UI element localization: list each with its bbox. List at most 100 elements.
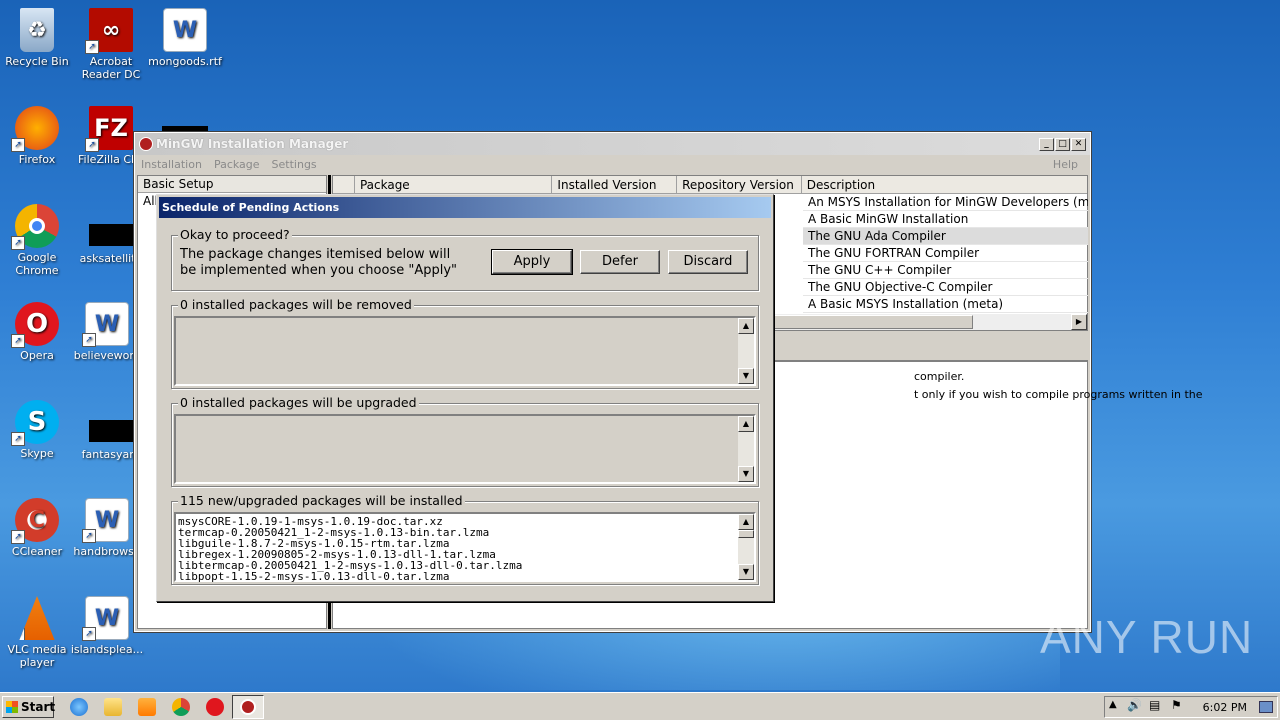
menu-package[interactable]: Package bbox=[214, 158, 260, 171]
desktop-icon-label: believework bbox=[73, 349, 141, 362]
recycle-bin-shortcut[interactable]: ♻ Recycle Bin bbox=[0, 8, 74, 68]
proceed-group: Okay to proceed? The package changes ite… bbox=[171, 227, 759, 291]
table-row[interactable]: A Basic MinGW Installation bbox=[803, 211, 1088, 228]
desktop-icon-label: Acrobat Reader DC bbox=[81, 55, 141, 81]
desktop-icon-label: Recycle Bin bbox=[5, 55, 69, 68]
column-repository-version[interactable]: Repository Version bbox=[677, 176, 802, 193]
opera-icon: O ➚ bbox=[11, 302, 59, 348]
table-row[interactable]: An MSYS Installation for MinGW Developer… bbox=[803, 194, 1088, 211]
scroll-right-arrow-icon[interactable]: ▶ bbox=[1071, 314, 1087, 330]
mongoods-shortcut[interactable]: W mongoods.rtf bbox=[148, 8, 222, 68]
scrollbar-thumb[interactable] bbox=[738, 530, 754, 538]
word-document-icon: W ➚ bbox=[82, 302, 129, 347]
install-group: 115 new/upgraded packages will be instal… bbox=[171, 493, 759, 585]
menu-help[interactable]: Help bbox=[1053, 158, 1078, 171]
install-list[interactable]: msysCORE-1.0.19-1-msys-1.0.19-doc.tar.xz… bbox=[174, 512, 756, 582]
minimize-button[interactable]: _ bbox=[1039, 137, 1054, 151]
window-title: MinGW Installation Manager bbox=[156, 137, 349, 151]
column-checkbox[interactable] bbox=[333, 176, 355, 193]
vertical-scrollbar[interactable]: ▲ ▼ bbox=[738, 416, 754, 482]
clock[interactable]: 6:02 PM bbox=[1203, 701, 1247, 714]
media-player-icon[interactable] bbox=[138, 698, 156, 716]
desktop-icon-label: Skype bbox=[20, 447, 54, 460]
desktop-icon-label: VLC media player bbox=[7, 643, 67, 669]
proceed-text-line: be implemented when you choose "Apply" bbox=[180, 263, 458, 278]
acrobat-shortcut[interactable]: ∞ ➚ Acrobat Reader DC bbox=[74, 8, 148, 81]
close-button[interactable]: ✕ bbox=[1071, 137, 1086, 151]
system-tray: ▲ 🔊 ▤ ⚑ 6:02 PM bbox=[1104, 696, 1278, 718]
upgraded-legend: 0 installed packages will be upgraded bbox=[178, 395, 419, 411]
skype-icon: S ➚ bbox=[11, 400, 59, 446]
vlc-cone-icon: ➚ bbox=[19, 596, 55, 640]
desktop-icon-label: Firefox bbox=[18, 153, 56, 166]
column-description[interactable]: Description bbox=[802, 176, 1087, 193]
ie-icon[interactable] bbox=[70, 698, 88, 716]
table-row[interactable]: The GNU FORTRAN Compiler bbox=[803, 245, 1088, 262]
menu-settings[interactable]: Settings bbox=[272, 158, 317, 171]
vertical-scrollbar[interactable]: ▲ ▼ bbox=[738, 318, 754, 384]
menu-installation[interactable]: Installation bbox=[141, 158, 202, 171]
volume-icon[interactable]: 🔊 bbox=[1127, 698, 1142, 712]
maximize-button[interactable]: □ bbox=[1055, 137, 1070, 151]
window-titlebar[interactable]: MinGW Installation Manager _ □ ✕ bbox=[135, 133, 1090, 155]
chrome-icon: ➚ bbox=[11, 204, 59, 250]
removed-list[interactable]: ▲ ▼ bbox=[174, 316, 756, 386]
scroll-up-arrow-icon[interactable]: ▲ bbox=[738, 416, 754, 432]
action-center-flag-icon[interactable]: ⚑ bbox=[1171, 698, 1182, 712]
column-package[interactable]: Package bbox=[355, 176, 553, 193]
islandsplea-shortcut[interactable]: W ➚ islandsplea... bbox=[70, 596, 144, 656]
scroll-down-arrow-icon[interactable]: ▼ bbox=[738, 368, 754, 384]
scroll-down-arrow-icon[interactable]: ▼ bbox=[738, 466, 754, 482]
show-desktop-icon[interactable] bbox=[1259, 701, 1273, 713]
desktop-icon-label: mongoods.rtf bbox=[148, 55, 222, 68]
acrobat-icon: ∞ ➚ bbox=[85, 8, 133, 54]
believework-shortcut[interactable]: W ➚ believework bbox=[70, 302, 144, 362]
scroll-down-arrow-icon[interactable]: ▼ bbox=[738, 564, 754, 580]
word-document-icon: W ➚ bbox=[82, 596, 129, 641]
scroll-up-arrow-icon[interactable]: ▲ bbox=[738, 514, 754, 530]
skype-shortcut[interactable]: S ➚ Skype bbox=[0, 400, 74, 460]
ccleaner-icon: C ➚ bbox=[11, 498, 59, 544]
start-button[interactable]: Start bbox=[2, 696, 55, 718]
opera-taskbar-icon[interactable] bbox=[206, 698, 224, 716]
handbrowse-shortcut[interactable]: W ➚ handbrowse bbox=[70, 498, 144, 558]
defer-button[interactable]: Defer bbox=[580, 250, 660, 274]
table-row[interactable]: A Basic MSYS Installation (meta) bbox=[803, 296, 1088, 313]
apply-button[interactable]: Apply bbox=[491, 249, 573, 275]
network-icon[interactable]: ▤ bbox=[1149, 698, 1160, 712]
column-installed-version[interactable]: Installed Version bbox=[552, 176, 678, 193]
tray-expand-icon[interactable]: ▲ bbox=[1109, 699, 1117, 710]
desktop-icon-label: asksatellite bbox=[79, 252, 143, 265]
proceed-text-line: The package changes itemised below will bbox=[180, 247, 451, 262]
recycle-bin-icon: ♻ bbox=[20, 8, 54, 52]
table-row-selected[interactable]: The GNU Ada Compiler bbox=[803, 228, 1088, 245]
category-header[interactable]: Basic Setup bbox=[138, 176, 326, 193]
table-row[interactable]: The GNU Objective-C Compiler bbox=[803, 279, 1088, 296]
upgraded-list[interactable]: ▲ ▼ bbox=[174, 414, 756, 484]
upgraded-group: 0 installed packages will be upgraded ▲ … bbox=[171, 395, 759, 487]
table-row[interactable]: The GNU C++ Compiler bbox=[803, 262, 1088, 279]
explorer-folder-icon[interactable] bbox=[104, 698, 122, 716]
desktop-icon-label: handbrowse bbox=[73, 545, 141, 558]
desktop-icon-label: Opera bbox=[20, 349, 54, 362]
vlc-shortcut[interactable]: ➚ VLC media player bbox=[0, 596, 74, 669]
proceed-legend: Okay to proceed? bbox=[178, 227, 292, 243]
ccleaner-shortcut[interactable]: C ➚ CCleaner bbox=[0, 498, 74, 558]
package-list-header: Package Installed Version Repository Ver… bbox=[333, 176, 1087, 194]
word-document-icon: W bbox=[163, 8, 207, 52]
pending-actions-dialog[interactable]: Schedule of Pending Actions Okay to proc… bbox=[156, 194, 774, 602]
mingw-taskbar-button[interactable] bbox=[232, 695, 264, 719]
filezilla-icon: FZ ➚ bbox=[85, 106, 133, 152]
chrome-shortcut[interactable]: ➚ Google Chrome bbox=[0, 204, 74, 277]
dialog-title[interactable]: Schedule of Pending Actions bbox=[159, 197, 771, 218]
removed-legend: 0 installed packages will be removed bbox=[178, 297, 414, 313]
discard-button[interactable]: Discard bbox=[668, 250, 748, 274]
opera-shortcut[interactable]: O ➚ Opera bbox=[0, 302, 74, 362]
word-document-icon: W ➚ bbox=[82, 498, 129, 543]
anyrun-watermark: ANY RUN bbox=[1040, 611, 1254, 663]
chrome-taskbar-icon[interactable] bbox=[172, 698, 190, 716]
vertical-scrollbar[interactable]: ▲ ▼ bbox=[738, 514, 754, 580]
list-item[interactable]: libpopt-1.15-2-msys-1.0.13-dll-0.tar.lzm… bbox=[176, 571, 754, 582]
scroll-up-arrow-icon[interactable]: ▲ bbox=[738, 318, 754, 334]
firefox-shortcut[interactable]: ➚ Firefox bbox=[0, 106, 74, 166]
